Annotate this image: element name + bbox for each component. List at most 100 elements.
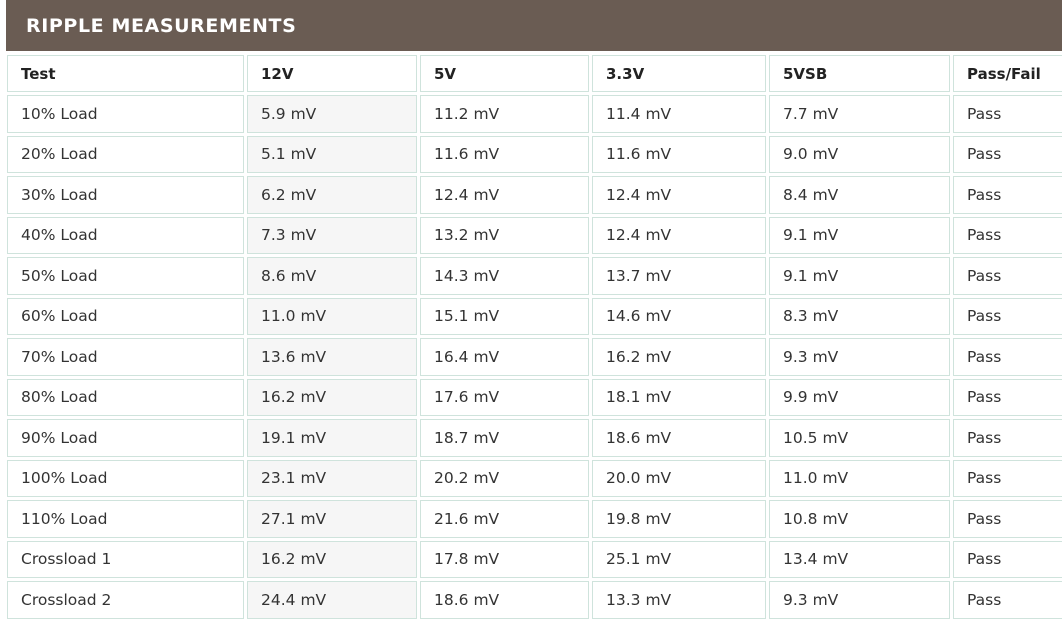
table-row: 20% Load 5.1 mV 11.6 mV 11.6 mV 9.0 mV P… (7, 135, 1062, 173)
header-5v: 5V (420, 55, 589, 92)
ripple-table: Test 12V 5V 3.3V 5VSB Pass/Fail 10% Load… (4, 52, 1062, 622)
cell-test: 110% Load (7, 500, 244, 538)
cell-test: 70% Load (7, 338, 244, 376)
table-row: 10% Load 5.9 mV 11.2 mV 11.4 mV 7.7 mV P… (7, 95, 1062, 133)
cell-5v: 15.1 mV (420, 297, 589, 335)
cell-pass-fail: Pass (953, 581, 1062, 619)
cell-pass-fail: Pass (953, 135, 1062, 173)
cell-3-3v: 16.2 mV (592, 338, 766, 376)
header-test: Test (7, 55, 244, 92)
cell-5v: 13.2 mV (420, 216, 589, 254)
header-12v: 12V (247, 55, 417, 92)
cell-5vsb: 8.4 mV (769, 176, 950, 214)
table-title: RIPPLE MEASUREMENTS (26, 14, 297, 37)
table-row: 80% Load 16.2 mV 17.6 mV 18.1 mV 9.9 mV … (7, 378, 1062, 416)
cell-12v: 19.1 mV (247, 419, 417, 457)
cell-5vsb: 10.8 mV (769, 500, 950, 538)
cell-5v: 18.7 mV (420, 419, 589, 457)
cell-test: Crossload 2 (7, 581, 244, 619)
cell-test: 90% Load (7, 419, 244, 457)
cell-test: Crossload 1 (7, 540, 244, 578)
cell-test: 10% Load (7, 95, 244, 133)
cell-5v: 18.6 mV (420, 581, 589, 619)
cell-5v: 11.2 mV (420, 95, 589, 133)
cell-5v: 17.8 mV (420, 540, 589, 578)
cell-3-3v: 12.4 mV (592, 176, 766, 214)
cell-pass-fail: Pass (953, 378, 1062, 416)
cell-5v: 14.3 mV (420, 257, 589, 295)
cell-3-3v: 18.6 mV (592, 419, 766, 457)
cell-12v: 16.2 mV (247, 540, 417, 578)
header-pass-fail: Pass/Fail (953, 55, 1062, 92)
cell-pass-fail: Pass (953, 297, 1062, 335)
table-row: 100% Load 23.1 mV 20.2 mV 20.0 mV 11.0 m… (7, 459, 1062, 497)
cell-5v: 20.2 mV (420, 459, 589, 497)
cell-pass-fail: Pass (953, 459, 1062, 497)
cell-5vsb: 7.7 mV (769, 95, 950, 133)
ripple-measurements-panel: RIPPLE MEASUREMENTS Test 12V 5V 3.3V 5VS… (0, 0, 1062, 630)
cell-3-3v: 19.8 mV (592, 500, 766, 538)
cell-12v: 16.2 mV (247, 378, 417, 416)
cell-5vsb: 8.3 mV (769, 297, 950, 335)
cell-12v: 7.3 mV (247, 216, 417, 254)
table-row: 70% Load 13.6 mV 16.4 mV 16.2 mV 9.3 mV … (7, 338, 1062, 376)
table-row: 40% Load 7.3 mV 13.2 mV 12.4 mV 9.1 mV P… (7, 216, 1062, 254)
cell-5v: 11.6 mV (420, 135, 589, 173)
cell-12v: 24.4 mV (247, 581, 417, 619)
cell-3-3v: 13.3 mV (592, 581, 766, 619)
table-row: 60% Load 11.0 mV 15.1 mV 14.6 mV 8.3 mV … (7, 297, 1062, 335)
cell-5vsb: 13.4 mV (769, 540, 950, 578)
cell-5vsb: 9.0 mV (769, 135, 950, 173)
table-header-row: Test 12V 5V 3.3V 5VSB Pass/Fail (7, 55, 1062, 92)
cell-pass-fail: Pass (953, 540, 1062, 578)
cell-5vsb: 9.1 mV (769, 257, 950, 295)
cell-test: 40% Load (7, 216, 244, 254)
cell-12v: 5.1 mV (247, 135, 417, 173)
cell-5vsb: 9.3 mV (769, 581, 950, 619)
cell-pass-fail: Pass (953, 216, 1062, 254)
cell-5vsb: 9.1 mV (769, 216, 950, 254)
table-row: Crossload 2 24.4 mV 18.6 mV 13.3 mV 9.3 … (7, 581, 1062, 619)
table-row: 50% Load 8.6 mV 14.3 mV 13.7 mV 9.1 mV P… (7, 257, 1062, 295)
cell-3-3v: 20.0 mV (592, 459, 766, 497)
cell-pass-fail: Pass (953, 95, 1062, 133)
table-row: 90% Load 19.1 mV 18.7 mV 18.6 mV 10.5 mV… (7, 419, 1062, 457)
table-row: Crossload 1 16.2 mV 17.8 mV 25.1 mV 13.4… (7, 540, 1062, 578)
cell-test: 20% Load (7, 135, 244, 173)
cell-3-3v: 18.1 mV (592, 378, 766, 416)
cell-3-3v: 12.4 mV (592, 216, 766, 254)
cell-5v: 16.4 mV (420, 338, 589, 376)
cell-3-3v: 13.7 mV (592, 257, 766, 295)
cell-5vsb: 9.3 mV (769, 338, 950, 376)
cell-test: 50% Load (7, 257, 244, 295)
cell-test: 30% Load (7, 176, 244, 214)
table-row: 110% Load 27.1 mV 21.6 mV 19.8 mV 10.8 m… (7, 500, 1062, 538)
cell-12v: 5.9 mV (247, 95, 417, 133)
cell-3-3v: 14.6 mV (592, 297, 766, 335)
cell-5vsb: 9.9 mV (769, 378, 950, 416)
cell-pass-fail: Pass (953, 176, 1062, 214)
cell-pass-fail: Pass (953, 419, 1062, 457)
cell-12v: 23.1 mV (247, 459, 417, 497)
table-title-bar: RIPPLE MEASUREMENTS (6, 0, 1062, 51)
cell-test: 80% Load (7, 378, 244, 416)
table-row: 30% Load 6.2 mV 12.4 mV 12.4 mV 8.4 mV P… (7, 176, 1062, 214)
cell-3-3v: 11.4 mV (592, 95, 766, 133)
cell-5v: 12.4 mV (420, 176, 589, 214)
cell-12v: 13.6 mV (247, 338, 417, 376)
cell-3-3v: 25.1 mV (592, 540, 766, 578)
cell-pass-fail: Pass (953, 500, 1062, 538)
cell-test: 60% Load (7, 297, 244, 335)
cell-12v: 6.2 mV (247, 176, 417, 214)
header-3-3v: 3.3V (592, 55, 766, 92)
cell-5v: 21.6 mV (420, 500, 589, 538)
cell-test: 100% Load (7, 459, 244, 497)
cell-5vsb: 10.5 mV (769, 419, 950, 457)
cell-5v: 17.6 mV (420, 378, 589, 416)
cell-pass-fail: Pass (953, 257, 1062, 295)
cell-3-3v: 11.6 mV (592, 135, 766, 173)
cell-5vsb: 11.0 mV (769, 459, 950, 497)
header-5vsb: 5VSB (769, 55, 950, 92)
cell-12v: 8.6 mV (247, 257, 417, 295)
cell-12v: 11.0 mV (247, 297, 417, 335)
